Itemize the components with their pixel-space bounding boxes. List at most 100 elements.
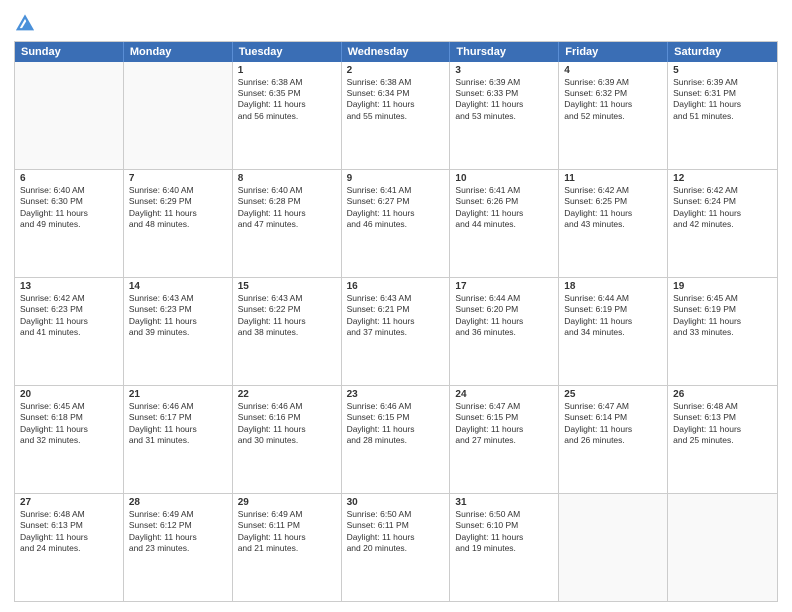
calendar-row-2: 13Sunrise: 6:42 AM Sunset: 6:23 PM Dayli… [15,277,777,385]
day-number: 22 [238,389,336,400]
calendar-cell: 10Sunrise: 6:41 AM Sunset: 6:26 PM Dayli… [450,170,559,277]
header [14,10,778,35]
day-number: 21 [129,389,227,400]
cell-text: Sunrise: 6:43 AM Sunset: 6:23 PM Dayligh… [129,293,227,339]
day-number: 25 [564,389,662,400]
cell-text: Sunrise: 6:47 AM Sunset: 6:14 PM Dayligh… [564,401,662,447]
calendar-cell: 17Sunrise: 6:44 AM Sunset: 6:20 PM Dayli… [450,278,559,385]
day-number: 13 [20,281,118,292]
calendar-cell: 15Sunrise: 6:43 AM Sunset: 6:22 PM Dayli… [233,278,342,385]
calendar-cell: 6Sunrise: 6:40 AM Sunset: 6:30 PM Daylig… [15,170,124,277]
calendar-cell [559,494,668,601]
header-day-thursday: Thursday [450,42,559,62]
page: SundayMondayTuesdayWednesdayThursdayFrid… [0,0,792,612]
cell-text: Sunrise: 6:38 AM Sunset: 6:34 PM Dayligh… [347,77,445,123]
day-number: 31 [455,497,553,508]
cell-text: Sunrise: 6:39 AM Sunset: 6:33 PM Dayligh… [455,77,553,123]
calendar-cell: 21Sunrise: 6:46 AM Sunset: 6:17 PM Dayli… [124,386,233,493]
day-number: 1 [238,65,336,76]
day-number: 9 [347,173,445,184]
header-day-wednesday: Wednesday [342,42,451,62]
cell-text: Sunrise: 6:40 AM Sunset: 6:30 PM Dayligh… [20,185,118,231]
day-number: 10 [455,173,553,184]
calendar-row-3: 20Sunrise: 6:45 AM Sunset: 6:18 PM Dayli… [15,385,777,493]
cell-text: Sunrise: 6:50 AM Sunset: 6:10 PM Dayligh… [455,509,553,555]
cell-text: Sunrise: 6:49 AM Sunset: 6:12 PM Dayligh… [129,509,227,555]
calendar-cell: 29Sunrise: 6:49 AM Sunset: 6:11 PM Dayli… [233,494,342,601]
cell-text: Sunrise: 6:48 AM Sunset: 6:13 PM Dayligh… [673,401,772,447]
day-number: 14 [129,281,227,292]
cell-text: Sunrise: 6:40 AM Sunset: 6:28 PM Dayligh… [238,185,336,231]
calendar-cell: 14Sunrise: 6:43 AM Sunset: 6:23 PM Dayli… [124,278,233,385]
cell-text: Sunrise: 6:46 AM Sunset: 6:15 PM Dayligh… [347,401,445,447]
day-number: 2 [347,65,445,76]
day-number: 6 [20,173,118,184]
header-day-monday: Monday [124,42,233,62]
cell-text: Sunrise: 6:39 AM Sunset: 6:32 PM Dayligh… [564,77,662,123]
day-number: 24 [455,389,553,400]
calendar: SundayMondayTuesdayWednesdayThursdayFrid… [14,41,778,603]
cell-text: Sunrise: 6:42 AM Sunset: 6:24 PM Dayligh… [673,185,772,231]
calendar-cell: 7Sunrise: 6:40 AM Sunset: 6:29 PM Daylig… [124,170,233,277]
cell-text: Sunrise: 6:42 AM Sunset: 6:25 PM Dayligh… [564,185,662,231]
day-number: 19 [673,281,772,292]
calendar-cell [124,62,233,169]
day-number: 8 [238,173,336,184]
cell-text: Sunrise: 6:41 AM Sunset: 6:27 PM Dayligh… [347,185,445,231]
day-number: 29 [238,497,336,508]
calendar-cell: 27Sunrise: 6:48 AM Sunset: 6:13 PM Dayli… [15,494,124,601]
calendar-cell: 25Sunrise: 6:47 AM Sunset: 6:14 PM Dayli… [559,386,668,493]
cell-text: Sunrise: 6:48 AM Sunset: 6:13 PM Dayligh… [20,509,118,555]
calendar-cell: 23Sunrise: 6:46 AM Sunset: 6:15 PM Dayli… [342,386,451,493]
calendar-cell: 20Sunrise: 6:45 AM Sunset: 6:18 PM Dayli… [15,386,124,493]
cell-text: Sunrise: 6:44 AM Sunset: 6:19 PM Dayligh… [564,293,662,339]
cell-text: Sunrise: 6:43 AM Sunset: 6:22 PM Dayligh… [238,293,336,339]
day-number: 4 [564,65,662,76]
calendar-cell: 31Sunrise: 6:50 AM Sunset: 6:10 PM Dayli… [450,494,559,601]
calendar-cell: 12Sunrise: 6:42 AM Sunset: 6:24 PM Dayli… [668,170,777,277]
calendar-cell: 30Sunrise: 6:50 AM Sunset: 6:11 PM Dayli… [342,494,451,601]
calendar-cell: 11Sunrise: 6:42 AM Sunset: 6:25 PM Dayli… [559,170,668,277]
calendar-cell: 13Sunrise: 6:42 AM Sunset: 6:23 PM Dayli… [15,278,124,385]
cell-text: Sunrise: 6:46 AM Sunset: 6:16 PM Dayligh… [238,401,336,447]
calendar-cell: 9Sunrise: 6:41 AM Sunset: 6:27 PM Daylig… [342,170,451,277]
calendar-cell [668,494,777,601]
logo-text [14,14,34,37]
cell-text: Sunrise: 6:46 AM Sunset: 6:17 PM Dayligh… [129,401,227,447]
calendar-cell: 8Sunrise: 6:40 AM Sunset: 6:28 PM Daylig… [233,170,342,277]
calendar-header: SundayMondayTuesdayWednesdayThursdayFrid… [15,42,777,62]
calendar-cell: 16Sunrise: 6:43 AM Sunset: 6:21 PM Dayli… [342,278,451,385]
cell-text: Sunrise: 6:47 AM Sunset: 6:15 PM Dayligh… [455,401,553,447]
calendar-cell: 24Sunrise: 6:47 AM Sunset: 6:15 PM Dayli… [450,386,559,493]
day-number: 12 [673,173,772,184]
cell-text: Sunrise: 6:38 AM Sunset: 6:35 PM Dayligh… [238,77,336,123]
calendar-cell: 5Sunrise: 6:39 AM Sunset: 6:31 PM Daylig… [668,62,777,169]
calendar-cell: 22Sunrise: 6:46 AM Sunset: 6:16 PM Dayli… [233,386,342,493]
logo-icon [16,14,34,32]
calendar-body: 1Sunrise: 6:38 AM Sunset: 6:35 PM Daylig… [15,62,777,602]
day-number: 17 [455,281,553,292]
calendar-cell: 2Sunrise: 6:38 AM Sunset: 6:34 PM Daylig… [342,62,451,169]
header-day-saturday: Saturday [668,42,777,62]
cell-text: Sunrise: 6:41 AM Sunset: 6:26 PM Dayligh… [455,185,553,231]
cell-text: Sunrise: 6:45 AM Sunset: 6:19 PM Dayligh… [673,293,772,339]
calendar-row-1: 6Sunrise: 6:40 AM Sunset: 6:30 PM Daylig… [15,169,777,277]
cell-text: Sunrise: 6:40 AM Sunset: 6:29 PM Dayligh… [129,185,227,231]
day-number: 23 [347,389,445,400]
cell-text: Sunrise: 6:43 AM Sunset: 6:21 PM Dayligh… [347,293,445,339]
cell-text: Sunrise: 6:39 AM Sunset: 6:31 PM Dayligh… [673,77,772,123]
header-day-sunday: Sunday [15,42,124,62]
cell-text: Sunrise: 6:50 AM Sunset: 6:11 PM Dayligh… [347,509,445,555]
cell-text: Sunrise: 6:44 AM Sunset: 6:20 PM Dayligh… [455,293,553,339]
cell-text: Sunrise: 6:49 AM Sunset: 6:11 PM Dayligh… [238,509,336,555]
calendar-row-4: 27Sunrise: 6:48 AM Sunset: 6:13 PM Dayli… [15,493,777,601]
cell-text: Sunrise: 6:42 AM Sunset: 6:23 PM Dayligh… [20,293,118,339]
calendar-cell: 19Sunrise: 6:45 AM Sunset: 6:19 PM Dayli… [668,278,777,385]
calendar-cell: 26Sunrise: 6:48 AM Sunset: 6:13 PM Dayli… [668,386,777,493]
header-day-friday: Friday [559,42,668,62]
day-number: 16 [347,281,445,292]
day-number: 27 [20,497,118,508]
day-number: 7 [129,173,227,184]
cell-text: Sunrise: 6:45 AM Sunset: 6:18 PM Dayligh… [20,401,118,447]
day-number: 15 [238,281,336,292]
